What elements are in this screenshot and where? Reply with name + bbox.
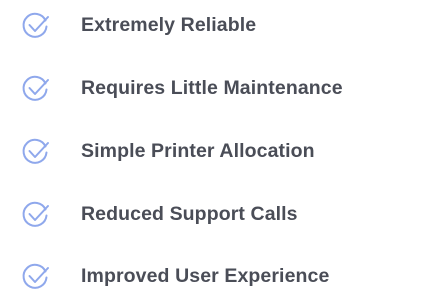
check-circle-icon — [20, 262, 50, 292]
check-circle-icon — [20, 200, 50, 230]
feature-label: Improved User Experience — [81, 265, 330, 287]
feature-label: Simple Printer Allocation — [81, 140, 315, 162]
check-circle-icon — [20, 74, 50, 104]
check-circle-icon — [20, 137, 50, 167]
feature-label: Reduced Support Calls — [81, 203, 298, 225]
check-circle-icon — [20, 11, 50, 41]
feature-list: Extremely Reliable Requires Little Maint… — [0, 0, 423, 293]
feature-label: Requires Little Maintenance — [81, 77, 343, 99]
feature-label: Extremely Reliable — [81, 14, 257, 36]
